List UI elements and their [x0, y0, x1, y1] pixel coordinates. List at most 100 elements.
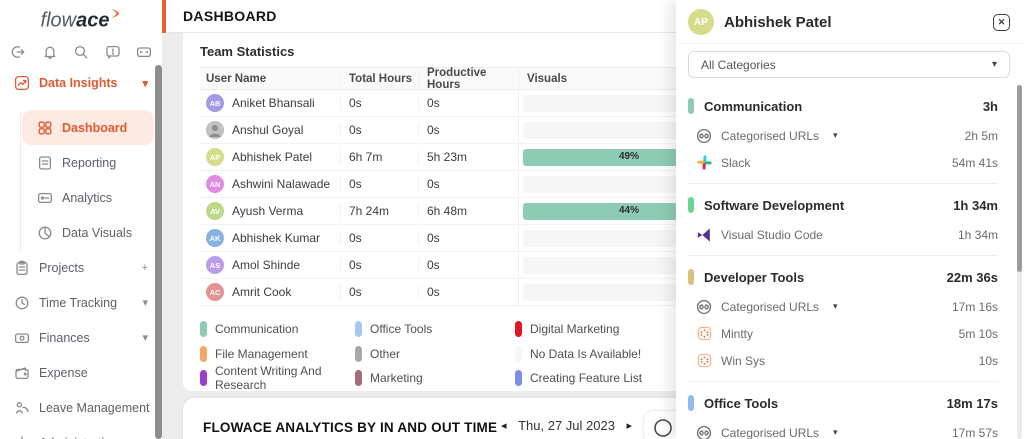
chevron-icon[interactable]: ▾: [142, 331, 148, 344]
app-row[interactable]: Slack 54m 41s: [688, 149, 998, 176]
legend-swatch: [200, 321, 207, 338]
productive-hours: 6h 48m: [418, 204, 518, 218]
app-label: Slack: [721, 155, 751, 170]
feedback-icon[interactable]: [103, 42, 123, 62]
sidebar-item-label: Projects: [39, 260, 85, 275]
legend-item: Office Tools: [355, 317, 515, 342]
category-name: Office Tools: [704, 395, 779, 411]
user-cell: AN Ashwini Nalawade: [200, 175, 340, 193]
logout-icon[interactable]: [8, 42, 28, 62]
legend-item: Marketing: [355, 366, 515, 391]
bar-percent-label: 49%: [619, 150, 640, 162]
legend-swatch: [515, 345, 522, 362]
time-tracking-icon: [14, 295, 30, 311]
user-name: Aniket Bhansali: [232, 96, 315, 110]
legend-swatch: [515, 370, 522, 387]
user-name: Ashwini Nalawade: [232, 177, 331, 191]
app-row[interactable]: Categorised URLs ▾ 2h 5m: [688, 122, 998, 149]
legend-label: No Data Is Available!: [530, 346, 642, 361]
sidebar-item-data-insights[interactable]: Data Insights ▾: [0, 68, 162, 98]
col-productive-hours: Productive Hours: [418, 66, 518, 91]
plus-icon[interactable]: +: [142, 262, 148, 274]
app-time: 5m 10s: [958, 326, 998, 341]
legend-swatch: [200, 345, 207, 362]
legend-item: Other: [355, 342, 515, 367]
notifications-icon[interactable]: [40, 42, 60, 62]
shortcuts-icon[interactable]: [134, 42, 154, 62]
sidebar-item-dashboard[interactable]: Dashboard: [22, 110, 154, 145]
category-color-pill: [688, 269, 694, 285]
productive-hours: 0s: [418, 231, 518, 245]
next-day-button[interactable]: ▸: [621, 419, 639, 432]
date-label: Thu, 27 Jul 2023: [518, 418, 615, 433]
user-cell: AV Ayush Verma: [200, 202, 340, 220]
category-total-time: 1h 34m: [953, 197, 998, 213]
app-row[interactable]: Categorised URLs ▾ 17m 16s: [688, 293, 998, 320]
app-row[interactable]: Win Sys 10s: [688, 347, 998, 374]
productive-hours: 0s: [418, 258, 518, 272]
chevron-down-icon: ▾: [991, 59, 997, 70]
sidebar-item-data-visuals[interactable]: Data Visuals: [22, 215, 154, 250]
panel-scrollbar-thumb[interactable]: [1017, 85, 1022, 272]
app-icon: [696, 353, 712, 369]
data-visuals-icon: [37, 225, 53, 241]
avatar: AC: [206, 283, 224, 301]
app-time: 54m 41s: [951, 155, 998, 170]
user-detail-panel: AP Abhishek Patel ✕ All Categories ▾ Com…: [676, 0, 1024, 439]
search-icon[interactable]: [71, 42, 91, 62]
legend-label: Content Writing And Research: [215, 364, 322, 393]
legend-label: Creating Feature List: [530, 371, 643, 386]
chevron-down-icon[interactable]: ▾: [833, 427, 838, 438]
sidebar-item-leave-management[interactable]: Leave Management: [0, 390, 162, 425]
avatar: AB: [206, 94, 224, 112]
close-icon[interactable]: ✕: [993, 13, 1010, 31]
sidebar-item-expense[interactable]: Expense: [0, 355, 162, 390]
sidebar-item-finances[interactable]: Finances ▾: [0, 320, 162, 355]
sidebar-item-label: Time Tracking: [39, 295, 118, 310]
legend-item: File Management: [200, 342, 355, 367]
dashboard-icon: [37, 120, 53, 136]
user-name: Abhishek Kumar: [232, 231, 321, 245]
legend-swatch: [515, 321, 522, 338]
category-total-time: 18m 17s: [946, 395, 998, 411]
sidebar-item-analytics[interactable]: Analytics: [22, 180, 154, 215]
user-cell: AP Abhishek Patel: [200, 148, 340, 166]
link-icon: [696, 425, 712, 439]
app-row[interactable]: Mintty 5m 10s: [688, 320, 998, 347]
sidebar-item-projects[interactable]: Projects +: [0, 250, 162, 285]
section-divider: [688, 183, 998, 184]
avatar: AK: [206, 229, 224, 247]
total-hours: 6h 7m: [340, 150, 418, 164]
app-row[interactable]: Visual Studio Code 1h 34m: [688, 221, 998, 248]
user-name: Abhishek Patel: [232, 150, 313, 164]
chevron-down-icon[interactable]: ▾: [833, 301, 838, 312]
category-section-header: Software Development 1h 34m: [688, 193, 998, 217]
sidebar-item-label: Finances: [39, 330, 90, 345]
sidebar-item-time-tracking[interactable]: Time Tracking ▾: [0, 285, 162, 320]
refresh-icon: [654, 419, 672, 437]
sidebar-scrollbar[interactable]: [155, 65, 162, 439]
chevron-icon[interactable]: ▾: [142, 77, 148, 90]
app-row[interactable]: Categorised URLs ▾ 17m 57s: [688, 419, 998, 439]
legend-swatch: [355, 345, 362, 362]
flowace-logo[interactable]: flowace: [0, 8, 162, 33]
chevron-icon[interactable]: ▾: [142, 296, 148, 309]
chevron-down-icon[interactable]: ▾: [833, 130, 838, 141]
sidebar-item-label: Data Visuals: [62, 225, 132, 240]
sidebar-item-label: Data Insights: [39, 76, 118, 90]
total-hours: 0s: [340, 231, 418, 245]
productive-hours: 5h 23m: [418, 150, 518, 164]
projects-icon: [14, 260, 30, 276]
slack-icon: [696, 155, 712, 171]
app-label: Categorised URLs: [721, 128, 820, 143]
header-accent-bar: [162, 0, 166, 33]
sidebar-nav: Dashboard Reporting Analytics Data Visuals P…: [0, 110, 162, 439]
section-divider: [688, 255, 998, 256]
category-filter-select[interactable]: All Categories ▾: [688, 51, 1010, 78]
sidebar-item-administration[interactable]: Administration: [0, 425, 162, 439]
legend-swatch: [355, 370, 362, 387]
logo-text-light: flow: [40, 9, 77, 32]
prev-day-button[interactable]: ◂: [495, 419, 513, 432]
leave-management-icon: [14, 400, 30, 416]
sidebar-item-reporting[interactable]: Reporting: [22, 145, 154, 180]
